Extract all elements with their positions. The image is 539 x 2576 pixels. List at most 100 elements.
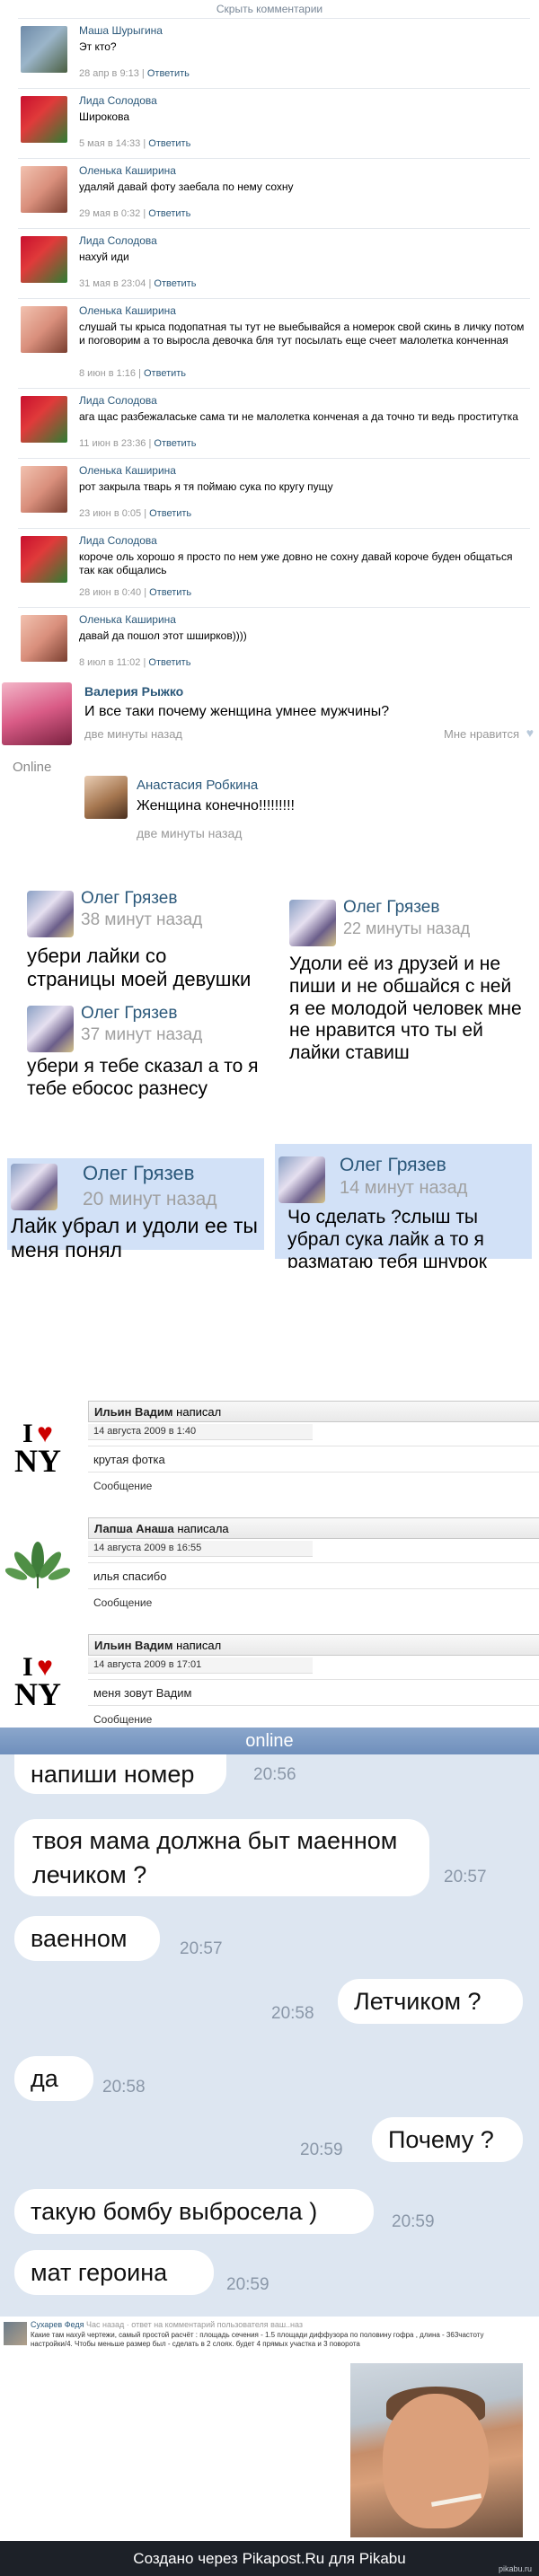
- reply-link[interactable]: Ответить: [148, 657, 190, 668]
- comment-text: Какие там нахуй чертежи, самый простой р…: [31, 2331, 484, 2348]
- footer-text[interactable]: Создано через Pikapost.Ru для Pikabu: [0, 2550, 539, 2568]
- reply-link[interactable]: Ответить: [154, 278, 196, 289]
- message-author[interactable]: Олег Грязев: [81, 1004, 177, 1024]
- comment-item: Оленька Каширина удаляй давай фоту заеба…: [18, 158, 530, 226]
- comment-meta: 28 апр в 9:13 | Ответить: [79, 68, 190, 79]
- avatar[interactable]: [84, 776, 128, 819]
- avatar[interactable]: [21, 166, 67, 213]
- comment-author[interactable]: Лида Солодова: [79, 534, 157, 547]
- avatar[interactable]: [27, 891, 74, 937]
- message-text: Лайк убрал и удоли ее ты меня понял: [11, 1214, 258, 1262]
- comment-author[interactable]: Лида Солодова: [79, 94, 157, 107]
- avatar[interactable]: [21, 615, 67, 662]
- avatar[interactable]: [21, 26, 67, 73]
- chat-time: 20:58: [271, 2004, 314, 2023]
- chat-time: 20:57: [444, 1868, 487, 1886]
- pikabu-logo: pikabu.ru: [498, 2564, 532, 2573]
- reply-link[interactable]: Ответить: [149, 587, 191, 598]
- message-time: 38 минут назад: [81, 910, 203, 929]
- message-author[interactable]: Олег Грязев: [343, 898, 439, 918]
- chat-time: 20:59: [392, 2212, 435, 2231]
- message-text: крутая фотка: [88, 1446, 539, 1473]
- profile-photo[interactable]: [350, 2363, 523, 2537]
- avatar[interactable]: [278, 1156, 325, 1203]
- reply-link[interactable]: Ответить: [148, 138, 190, 149]
- comment-author-line: Сухарев Федя Час назад · ответ на коммен…: [31, 2320, 303, 2329]
- avatar[interactable]: [2, 682, 72, 745]
- message-text: Удоли её из друзей и не пиши и не обшайс…: [289, 954, 522, 1064]
- forum-message: I ♥ NY Ильин Вадим написал 14 августа 20…: [0, 1401, 539, 1525]
- post-text: И все таки почему женщина умнее мужчины?: [84, 704, 390, 719]
- comment-author[interactable]: Маша Шурыгина: [79, 24, 163, 37]
- comment-item: Маша Шурыгина Эт кто? 28 апр в 9:13 | От…: [18, 18, 530, 86]
- message-date: 14 августа 2009 в 17:01: [88, 1657, 313, 1674]
- comment-text: Эт кто?: [79, 40, 117, 53]
- comment-meta: 23 июн в 0:05 | Ответить: [79, 508, 192, 519]
- comment-item: Лида Солодова нахуй иди 31 мая в 23:04 |…: [18, 228, 530, 296]
- message-author[interactable]: Олег Грязев: [81, 889, 177, 909]
- reply-text: Женщина конечно!!!!!!!!!: [137, 798, 295, 813]
- message-link[interactable]: Сообщение: [93, 1596, 152, 1609]
- chat-bubble-incoming: ваенном: [14, 1916, 160, 1961]
- avatar[interactable]: [21, 396, 67, 443]
- avatar[interactable]: [21, 96, 67, 143]
- i-love-ny-icon: I ♥ NY: [14, 1652, 61, 1712]
- message-time: 20 минут назад: [83, 1189, 217, 1209]
- comment-author[interactable]: Лида Солодова: [79, 234, 157, 247]
- heart-icon[interactable]: ♥: [526, 725, 534, 740]
- forum-message: I ♥ NY Ильин Вадим написал 14 августа 20…: [0, 1634, 539, 1728]
- avatar[interactable]: [21, 466, 67, 513]
- chat-bubble-outgoing: Летчиком ?: [338, 1979, 523, 2024]
- reply-link[interactable]: Ответить: [147, 68, 190, 79]
- comment-author[interactable]: Оленька Каширина: [79, 613, 176, 626]
- comment-author[interactable]: Оленька Каширина: [79, 164, 176, 177]
- chat-time: 20:57: [180, 1939, 223, 1958]
- message-link[interactable]: Сообщение: [93, 1713, 152, 1726]
- like-button[interactable]: Мне нравится: [444, 727, 519, 741]
- avatar[interactable]: [289, 900, 336, 946]
- chat-time: 20:59: [300, 2141, 343, 2159]
- chat-bubble-incoming: такую бомбу выбросела ): [14, 2189, 374, 2234]
- message-date: 14 августа 2009 в 1:40: [88, 1424, 313, 1440]
- comment-author[interactable]: Оленька Каширина: [79, 464, 176, 477]
- avatar[interactable]: [4, 2322, 27, 2345]
- avatar[interactable]: [21, 306, 67, 353]
- i-love-ny-icon: I ♥ NY: [14, 1419, 61, 1479]
- message-author[interactable]: Ильин Вадим: [94, 1639, 173, 1652]
- reply-link[interactable]: Ответить: [154, 438, 196, 449]
- hide-comments-link[interactable]: Скрыть комментарии: [0, 0, 539, 16]
- comment-item: Лида Солодова короче оль хорошо я просто…: [18, 528, 530, 605]
- comment-text: слушай ты крыса подопатная ты тут не вые…: [79, 321, 525, 347]
- message-author[interactable]: Олег Грязев: [340, 1155, 446, 1176]
- reply-author[interactable]: Анастасия Робкина: [137, 778, 258, 793]
- comment-meta: 28 июн в 0:40 | Ответить: [79, 587, 192, 598]
- message-action: написала: [177, 1522, 229, 1535]
- chat-bubble-incoming: твоя мама должна быт маенном лечиком ?: [14, 1819, 429, 1896]
- message-action: написал: [176, 1405, 222, 1419]
- reply-link[interactable]: Ответить: [148, 208, 190, 219]
- comment-author[interactable]: Оленька Каширина: [79, 304, 176, 317]
- avatar[interactable]: [27, 1006, 74, 1052]
- comment-author[interactable]: Лида Солодова: [79, 394, 157, 407]
- avatar[interactable]: [21, 536, 67, 583]
- message-time: 37 минут назад: [81, 1025, 203, 1044]
- footer: Создано через Pikapost.Ru для Pikabu pik…: [0, 2541, 539, 2576]
- message-author[interactable]: Олег Грязев: [83, 1162, 194, 1185]
- message-link[interactable]: Сообщение: [93, 1480, 152, 1492]
- post-author[interactable]: Валерия Рыжко: [84, 684, 183, 699]
- message-action: написал: [176, 1639, 222, 1652]
- avatar[interactable]: [11, 1164, 57, 1210]
- comment-time: 28 июн в 0:40: [79, 587, 142, 598]
- message-author[interactable]: Ильин Вадим: [94, 1405, 173, 1419]
- comment-author[interactable]: Сухарев Федя: [31, 2320, 84, 2329]
- reply-link[interactable]: Ответить: [144, 368, 186, 379]
- avatar[interactable]: [21, 236, 67, 283]
- comment-text: нахуй иди: [79, 251, 129, 263]
- comment-text: удаляй давай фоту заебала по нему сохну: [79, 180, 294, 193]
- message-author[interactable]: Лапша Анаша: [94, 1522, 174, 1535]
- message-bubble: Олег Грязев 14 минут назад Чо сделать ?с…: [275, 1144, 532, 1268]
- reply-link[interactable]: Ответить: [149, 508, 191, 519]
- comment-item: Лида Солодова Широкова 5 мая в 14:33 | О…: [18, 88, 530, 156]
- comment-meta: 8 июн в 1:16 | Ответить: [79, 368, 187, 379]
- comment-meta: 29 мая в 0:32 | Ответить: [79, 208, 191, 219]
